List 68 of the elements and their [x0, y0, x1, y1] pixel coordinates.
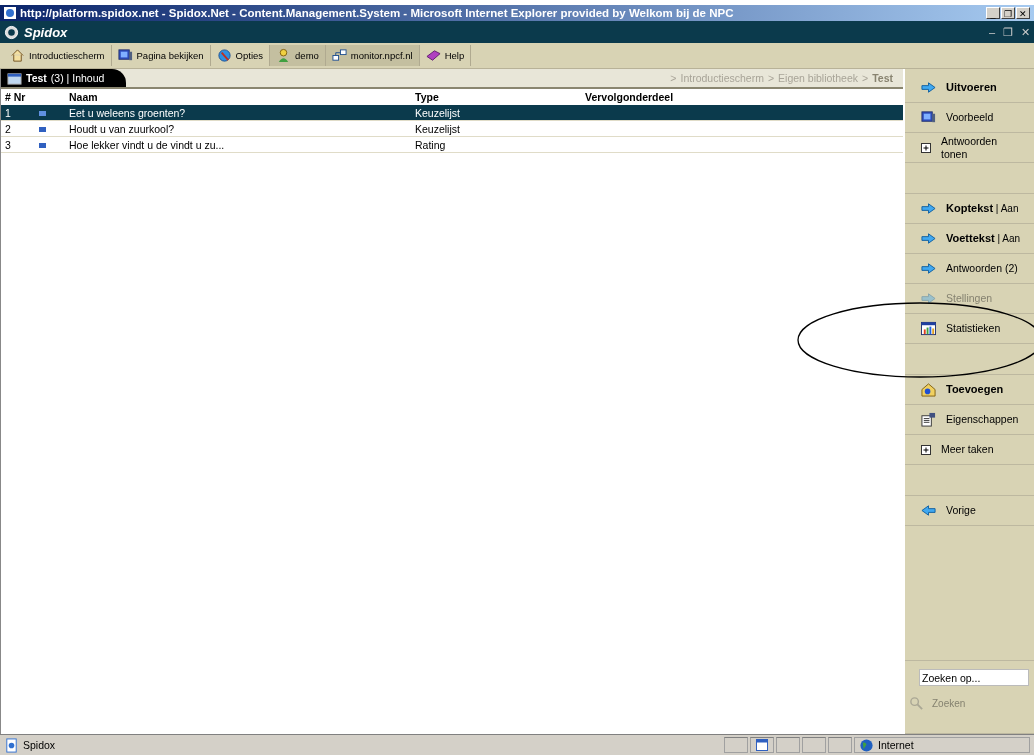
sidebar-item[interactable]: Vorige [905, 496, 1034, 526]
toolbar-button[interactable]: Introductiescherm [4, 45, 112, 66]
table-cell: 2 [1, 120, 21, 137]
column-header: Naam [65, 89, 411, 105]
item-icon [39, 143, 46, 149]
arrow-left-icon [921, 503, 936, 518]
table-row[interactable]: 2 Houdt u van zuurkool? Keuzelijst [1, 120, 903, 137]
bar-chart-icon [921, 321, 936, 336]
toolbar-button[interactable]: Pagina bekijken [111, 45, 211, 66]
table-cell: 1 [1, 105, 21, 121]
close-button[interactable]: ✕ [1016, 7, 1030, 19]
sidebar-item[interactable]: Voorbeeld [905, 103, 1034, 133]
breadcrumb-separator: > [862, 72, 869, 84]
toolbar-button[interactable]: Help [419, 45, 472, 66]
close-button[interactable]: ✕ [1021, 25, 1030, 39]
sidebar-item[interactable]: Statistieken [905, 314, 1034, 344]
item-icon [39, 111, 46, 117]
tab[interactable]: Test (3) | Inhoud [1, 69, 127, 87]
breadcrumb-separator: > [670, 72, 677, 84]
app-logo-icon [4, 24, 19, 40]
sidebar-item[interactable]: Meer taken [905, 435, 1034, 465]
expand-icon [921, 444, 931, 455]
sidebar-item[interactable]: Antwoorden (2) [905, 254, 1034, 284]
page-icon [4, 737, 19, 753]
item-icon [39, 127, 46, 133]
window-title: http://platform.spidox.net - Spidox.Net - Content.Management.System - Microsoft Internet Explorer provided by Welkom bij de NPC [20, 7, 734, 19]
minimize-button[interactable]: – [988, 25, 995, 39]
table-row[interactable]: 1 Eet u weleens groenten? Keuzelijst [1, 105, 903, 121]
table-cell: Keuzelijst [411, 120, 581, 137]
arrow-right-icon [921, 80, 936, 95]
breadcrumb-separator: > [767, 72, 775, 84]
monitor-icon [117, 48, 133, 63]
status-text: Spidox [23, 739, 56, 751]
arrow-right-icon [921, 231, 936, 246]
column-header: # Nr [1, 89, 65, 105]
table-cell: Rating [411, 136, 581, 153]
table-cell: Eet u weleens groenten? [65, 105, 411, 121]
arrow-right-icon [921, 261, 936, 276]
globe-icon [859, 737, 874, 753]
restore-button[interactable]: ❐ [1001, 7, 1015, 19]
sidebar-item[interactable]: Antwoorden tonen [905, 133, 1034, 163]
table-cell: 3 [1, 136, 21, 153]
monitor-icon [921, 110, 936, 125]
window-icon [756, 739, 768, 751]
table-row[interactable]: 3 Hoe lekker vindt u de vindt u zu... Rating [1, 136, 903, 153]
search-icon [909, 696, 924, 711]
house-icon [10, 48, 25, 63]
window-icon [7, 70, 22, 86]
network-icon [331, 48, 347, 63]
table-cell: Hoe lekker vindt u de vindt u zu... [65, 136, 411, 153]
toolbar-button[interactable]: demo [270, 45, 326, 66]
table-cell: Keuzelijst [411, 105, 581, 121]
sidebar-item[interactable]: Toevoegen [905, 375, 1034, 405]
sidebar-item[interactable]: Eigenschappen [905, 405, 1034, 435]
table-cell: Houdt u van zuurkool? [65, 120, 411, 137]
sidebar-item[interactable]: Koptekst | Aan [905, 194, 1034, 224]
sidebar-item[interactable]: Uitvoeren [905, 73, 1034, 103]
app-title: Spidox [24, 24, 68, 40]
arrow-right-icon [921, 201, 936, 216]
zone-text: Internet [878, 739, 914, 751]
toolbar-button[interactable]: monitor.npcf.nl [325, 45, 420, 66]
expand-icon [921, 142, 931, 153]
properties-icon [921, 412, 936, 427]
sidebar-item[interactable]: Voettekst | Aan [905, 224, 1034, 254]
restore-button[interactable]: ❐ [1003, 25, 1013, 39]
column-header: Vervolgonderdeel [581, 89, 903, 105]
browser-icon [4, 7, 16, 19]
column-header: Type [411, 89, 581, 105]
